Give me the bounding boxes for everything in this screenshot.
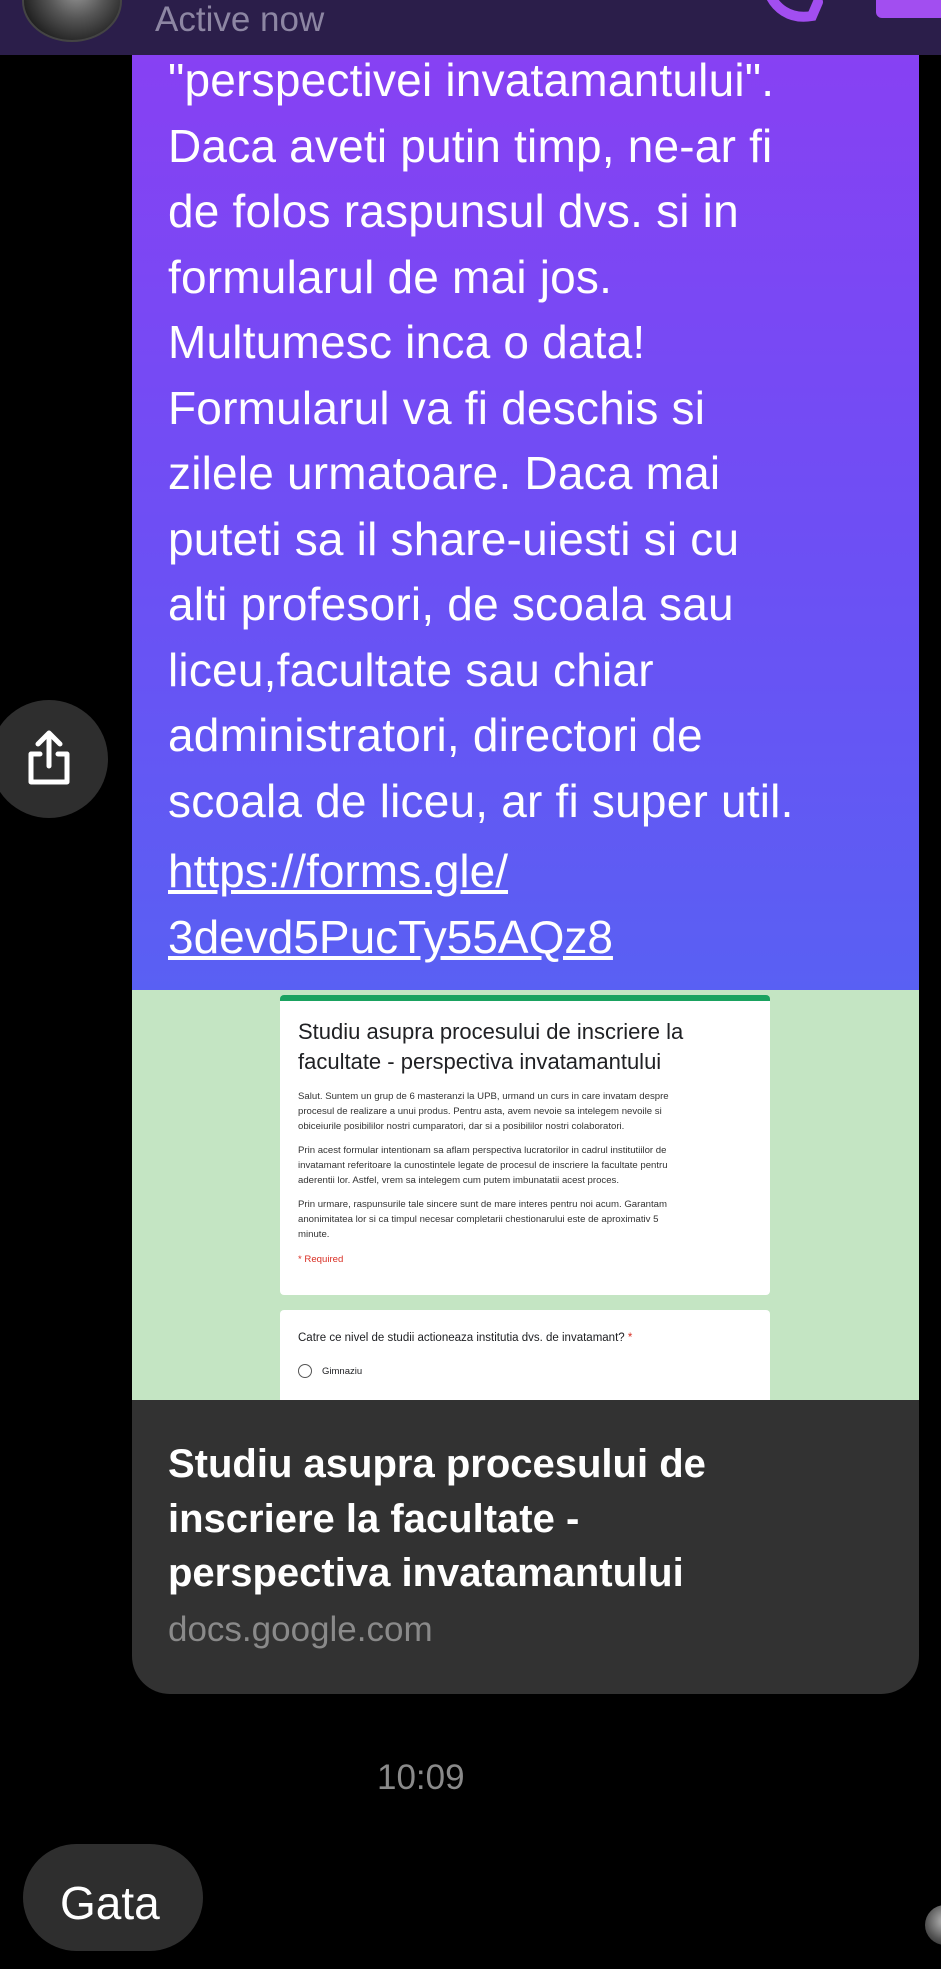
form-header-card: Studiu asupra procesului de inscriere la…: [280, 995, 770, 1295]
form-question: Catre ce nivel de studii actioneaza inst…: [298, 1332, 633, 1344]
form-description: Prin urmare, raspunsurile tale sincere s…: [298, 1199, 667, 1240]
message-timestamp: 10:09: [377, 1758, 465, 1797]
form-description: Salut. Suntem un grup de 6 masteranzi la…: [298, 1091, 669, 1132]
message-link[interactable]: https://forms.gle/ 3devd5PucTy55AQz8: [168, 839, 908, 970]
form-description: Prin acest formular intentionam sa aflam…: [298, 1145, 668, 1186]
link-preview-domain: docs.google.com: [168, 1610, 433, 1649]
share-button[interactable]: [0, 700, 108, 818]
reply-message-text: Gata: [60, 1877, 160, 1929]
active-status: Active now: [155, 0, 325, 39]
form-option-label: Gimnaziu: [322, 1365, 363, 1377]
form-question-card: Catre ce nivel de studii actioneaza inst…: [280, 1310, 770, 1400]
chat-header: Active now: [0, 0, 941, 55]
form-option: Gimnaziu: [298, 1364, 752, 1378]
form-title: Studiu asupra procesului de inscriere la…: [298, 1019, 684, 1074]
message-text: "perspectivei invatamantului". Daca avet…: [168, 54, 794, 827]
radio-icon: [298, 1364, 312, 1378]
link-preview-title: Studiu asupra procesului de inscriere la…: [168, 1442, 706, 1595]
contact-avatar[interactable]: [22, 0, 122, 42]
video-call-icon[interactable]: [876, 0, 941, 18]
link-preview-image[interactable]: Studiu asupra procesului de inscriere la…: [132, 990, 919, 1400]
form-required-note: * Required: [298, 1254, 344, 1265]
share-icon: [28, 730, 70, 785]
seen-avatar: [925, 1905, 941, 1945]
phone-call-icon[interactable]: [760, 0, 830, 30]
